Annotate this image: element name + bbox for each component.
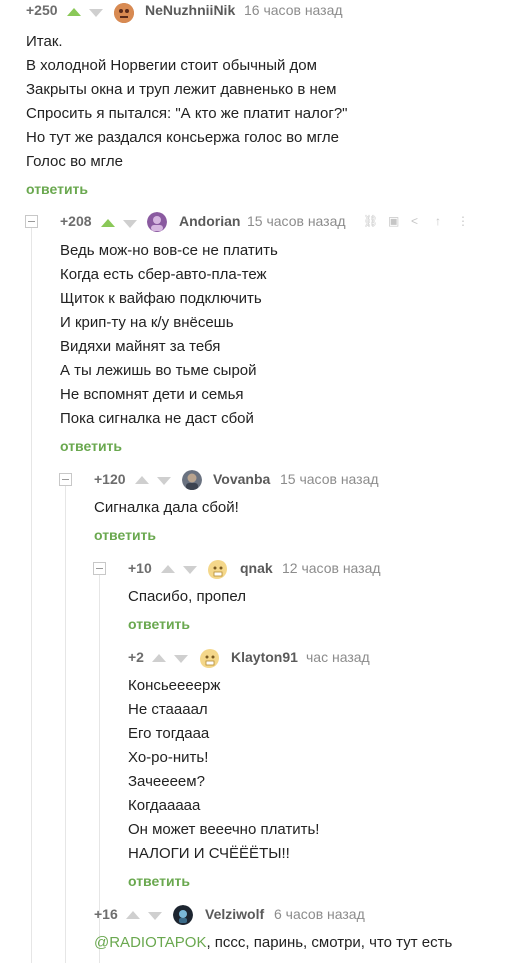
comment-rating: +250 [26, 2, 58, 18]
reply-button[interactable]: ответить [60, 438, 122, 454]
comment-author[interactable]: NeNuzhniiNik [145, 2, 235, 18]
downvote-icon[interactable] [148, 912, 162, 920]
downvote-icon[interactable] [174, 655, 188, 663]
comment-time[interactable]: 6 часов назад [274, 906, 365, 922]
save-icon[interactable]: ▣ [388, 214, 399, 228]
comment-text-line: Щиток к вайфаю подключить [60, 290, 262, 307]
comment-text-line: И крип-ту на к/у внёсешь [60, 314, 234, 331]
downvote-icon[interactable] [157, 477, 171, 485]
comment-text-line: А ты лежишь во тьме сырой [60, 362, 257, 379]
comment-rating: +16 [94, 906, 118, 922]
comment-rating: +2 [128, 649, 144, 665]
avatar[interactable] [147, 212, 167, 232]
comment: +120 Vovanba 15 часов назад Сигналка дал… [0, 469, 530, 549]
comment-author[interactable]: qnak [240, 560, 273, 576]
comment-text-line: Не стааaал [128, 701, 208, 718]
collapse-toggle[interactable] [25, 215, 38, 228]
comment: +10 qnak 12 часов назад Спасибо, пропел … [0, 558, 530, 638]
comment-author[interactable]: Klayton91 [231, 649, 298, 665]
comment-text-line: Пока сигналка не даст сбой [60, 410, 254, 427]
comment-time[interactable]: 15 часов назад [280, 471, 379, 487]
comment-text-line: В холодной Норвегии стоит обычный дом [26, 57, 317, 74]
downvote-icon[interactable] [89, 9, 103, 17]
share-icon[interactable]: < [411, 214, 418, 228]
comment-time[interactable]: 15 часов назад [247, 213, 346, 229]
upvote-icon[interactable] [152, 654, 166, 662]
upvote-icon[interactable] [126, 911, 140, 919]
comment-text-line: Хо-ро-нить! [128, 749, 209, 766]
comment-author[interactable]: Velziwolf [205, 906, 264, 922]
comment-text-line: Консьеееерж [128, 677, 221, 694]
comment-rating: +120 [94, 471, 126, 487]
up-to-parent-icon[interactable]: ↑ [435, 214, 441, 228]
reply-button[interactable]: ответить [128, 616, 190, 632]
comment-text-line: Голос во мгле [26, 153, 123, 170]
comment: +2 Klayton91 час назад Консьеееерж Не ст… [0, 647, 530, 897]
avatar[interactable] [173, 905, 193, 925]
link-icon[interactable]: ⛓ [363, 214, 378, 228]
collapse-toggle[interactable] [93, 562, 106, 575]
comment-text-line: @RADIOTAPOK, пссс, паринь, смотри, что т… [94, 934, 452, 951]
upvote-icon[interactable] [161, 565, 175, 573]
comment-text-line: Закрыты окна и труп лежит давненько в не… [26, 81, 337, 98]
reply-button[interactable]: ответить [26, 181, 88, 197]
comment: +250 NeNuzhniiNik 16 часов назад Итак. В… [0, 0, 530, 200]
comment-rating: +208 [60, 213, 92, 229]
downvote-icon[interactable] [183, 566, 197, 574]
comment-text-line: Спасибо, пропел [128, 588, 246, 605]
collapse-toggle[interactable] [59, 473, 72, 486]
reply-button[interactable]: ответить [94, 527, 156, 543]
comment-text-line: Спросить я пытался: "А кто же платит нал… [26, 105, 348, 122]
avatar[interactable] [182, 470, 202, 490]
comment-time[interactable]: 12 часов назад [282, 560, 381, 576]
upvote-icon[interactable] [101, 219, 115, 227]
comment-time[interactable]: час назад [306, 649, 370, 665]
avatar[interactable] [207, 559, 227, 579]
comment-text-line: НАЛОГИ И СЧЁЁЁТЫ!! [128, 845, 290, 862]
comment-text-line: Не вспомнят дети и семья [60, 386, 244, 403]
comment: +208 Andorian 15 часов назад ⛓ ▣ < ↑ ⋮ В… [0, 211, 530, 461]
comment-text-line: Ведь мож-но вов-се не платить [60, 242, 278, 259]
reply-button[interactable]: ответить [128, 873, 190, 889]
more-icon[interactable]: ⋮ [457, 214, 469, 228]
upvote-icon[interactable] [135, 476, 149, 484]
comment-text-line: Когдааааа [128, 797, 201, 814]
downvote-icon[interactable] [123, 220, 137, 228]
comment-author[interactable]: Vovanba [213, 471, 270, 487]
comment-text-line: Его тогдааа [128, 725, 210, 742]
comment-author[interactable]: Andorian [179, 213, 240, 229]
comment-text-line: Он может вееечно платить! [128, 821, 320, 838]
comment: +16 Velziwolf 6 часов назад @RADIOTAPOK,… [0, 904, 530, 963]
comment-text-line: Когда есть сбер-авто-пла-теж [60, 266, 267, 283]
comment-time[interactable]: 16 часов назад [244, 2, 343, 18]
comment-text-line: Но тут же раздался консьержа голос во мг… [26, 129, 340, 146]
avatar[interactable] [114, 3, 134, 23]
comment-text-line: Итак. [26, 33, 63, 50]
comment-text-line: Зачееeем? [128, 773, 205, 790]
comment-text-line: Сигналка дала сбой! [94, 499, 239, 516]
avatar[interactable] [199, 648, 219, 668]
user-mention-link[interactable]: @RADIOTAPOK [94, 934, 206, 951]
comment-text: , пссс, паринь, смотри, что тут есть [206, 934, 453, 951]
comment-text-line: Видяхи майнят за тебя [60, 338, 221, 355]
upvote-icon[interactable] [67, 8, 81, 16]
comment-rating: +10 [128, 560, 152, 576]
